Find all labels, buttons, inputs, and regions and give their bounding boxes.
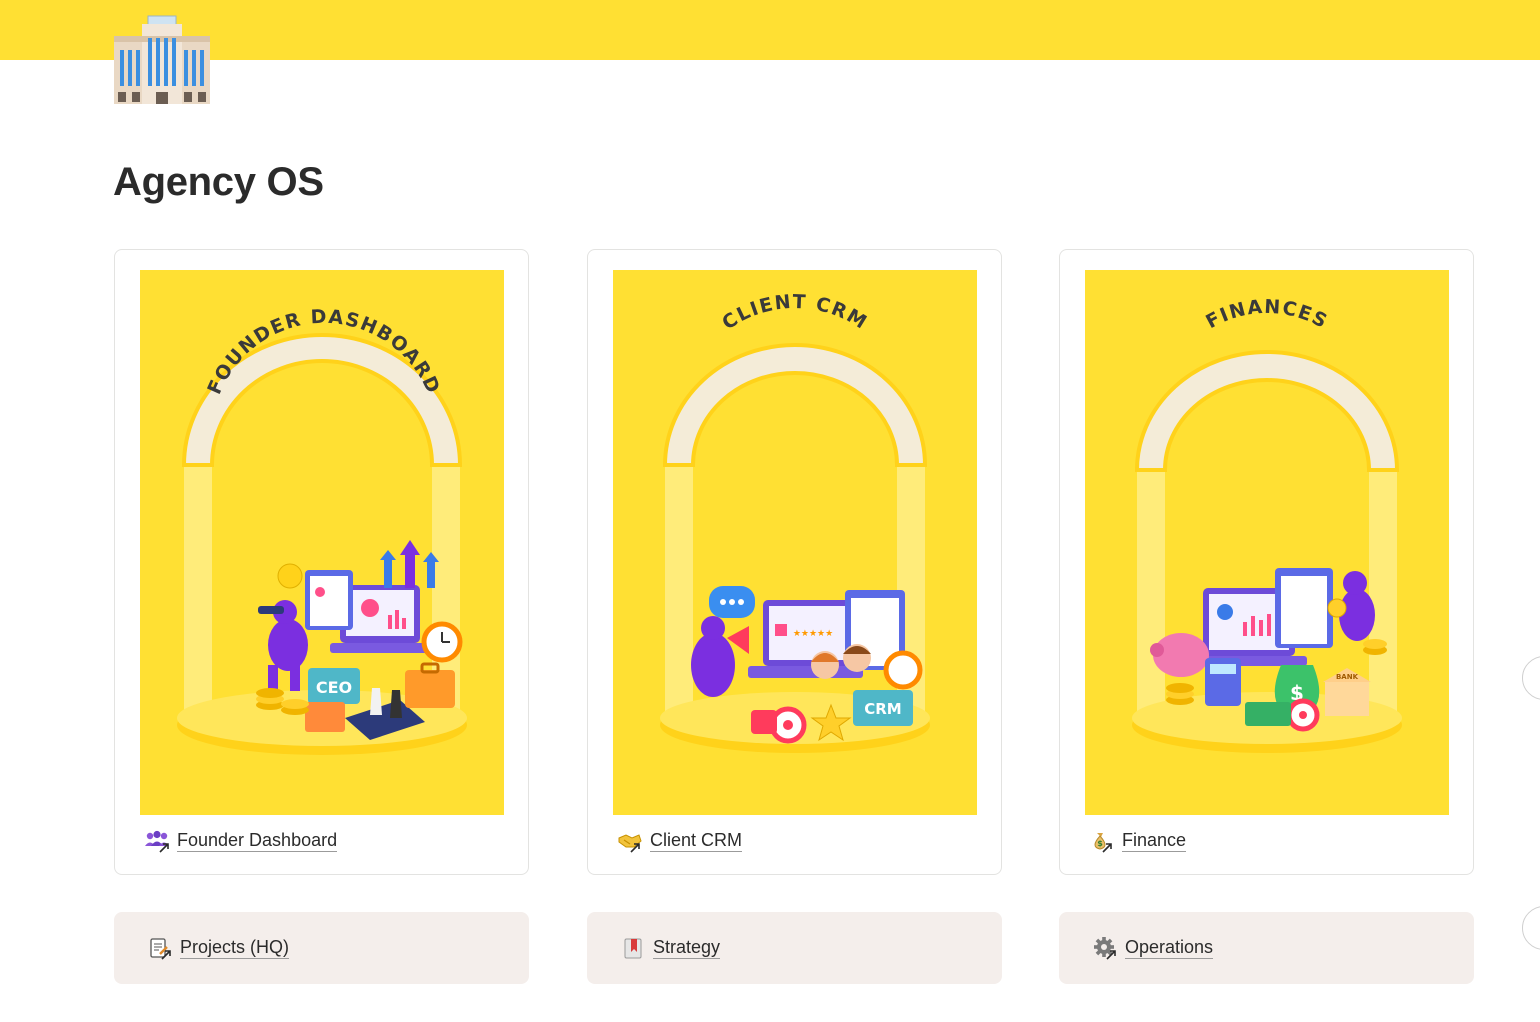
- handshake-arrow-icon: [616, 829, 644, 853]
- carousel-next-button[interactable]: [1522, 656, 1540, 700]
- page-title: Agency OS: [113, 160, 324, 204]
- art-badge-ceo: CEO: [316, 678, 352, 697]
- card-title[interactable]: Founder Dashboard: [177, 830, 338, 852]
- card-label-row[interactable]: Founder Dashboard: [143, 828, 338, 854]
- carousel-next-button[interactable]: [1522, 906, 1540, 950]
- office-building-icon[interactable]: [112, 14, 212, 106]
- people-arrow-icon: [143, 829, 171, 853]
- money-bag-arrow-icon: $: [1088, 829, 1116, 853]
- link-title[interactable]: Operations: [1125, 937, 1214, 959]
- card-finance[interactable]: FINANCES $ BANK $ Finance: [1059, 249, 1474, 875]
- card-cover-image: CLIENT CRM ★★★★★ CRM: [613, 270, 977, 815]
- card-label-row[interactable]: $ Finance: [1088, 828, 1187, 854]
- card-cover-image: FINANCES $ BANK: [1085, 270, 1449, 815]
- card-label-row[interactable]: Client CRM: [616, 828, 743, 854]
- svg-text:$: $: [1097, 839, 1103, 848]
- link-title[interactable]: Projects (HQ): [180, 937, 290, 959]
- page-cover: [0, 0, 1540, 60]
- link-projects-hq[interactable]: Projects (HQ): [114, 912, 529, 984]
- link-operations[interactable]: Operations: [1059, 912, 1474, 984]
- card-client-crm[interactable]: CLIENT CRM ★★★★★ CRM Client CRM: [587, 249, 1002, 875]
- art-badge-bank: BANK: [1336, 673, 1359, 681]
- gear-arrow-icon: [1093, 936, 1119, 960]
- bookmark-icon: [621, 936, 647, 960]
- svg-text:★★★★★: ★★★★★: [793, 629, 833, 639]
- clipboard-pen-arrow-icon: [148, 936, 174, 960]
- card-title[interactable]: Client CRM: [650, 830, 743, 852]
- card-founder-dashboard[interactable]: FOUNDER DASHBOARD CEO Founder Dashboard: [114, 249, 529, 875]
- link-strategy[interactable]: Strategy: [587, 912, 1002, 984]
- link-title[interactable]: Strategy: [653, 937, 721, 959]
- card-title[interactable]: Finance: [1122, 830, 1187, 852]
- art-badge-crm: CRM: [864, 700, 902, 718]
- card-cover-image: FOUNDER DASHBOARD CEO: [140, 270, 504, 815]
